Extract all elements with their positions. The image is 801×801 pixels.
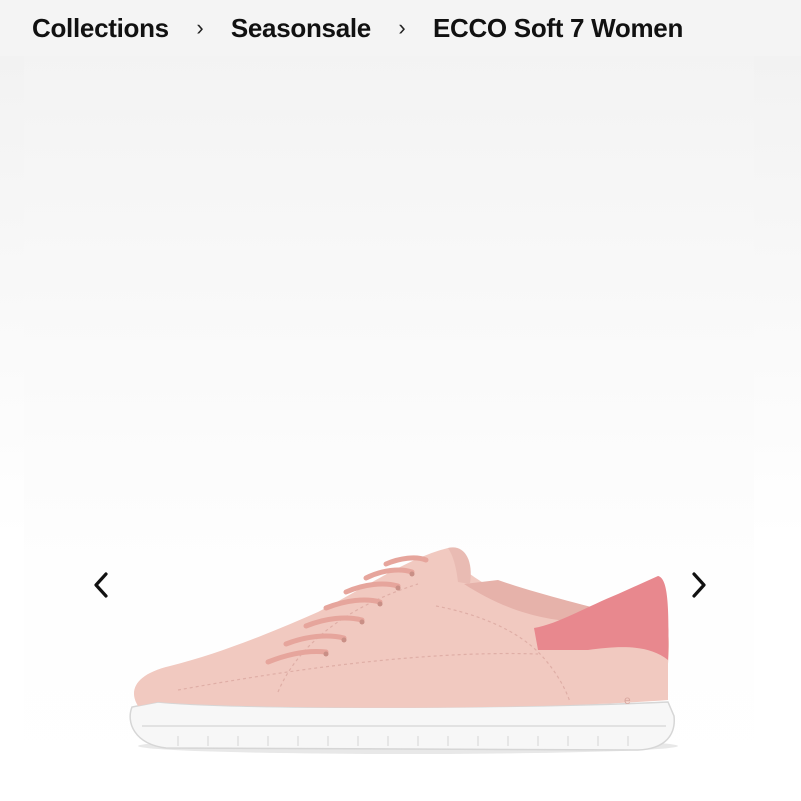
product-image-sneaker: e (129, 547, 678, 754)
previous-image-button[interactable] (86, 566, 116, 604)
svg-text:e: e (624, 693, 631, 707)
chevron-right-icon (692, 572, 706, 598)
breadcrumb-seasonsale[interactable]: Seasonsale (231, 13, 371, 44)
breadcrumb-collections[interactable]: Collections (32, 13, 169, 44)
breadcrumb-separator: › (398, 15, 406, 40)
next-image-button[interactable] (684, 566, 714, 604)
breadcrumb-separator: › (196, 15, 204, 40)
chevron-left-icon (94, 572, 108, 598)
breadcrumb: Collections › Seasonsale › ECCO Soft 7 W… (0, 0, 801, 56)
product-page: Collections › Seasonsale › ECCO Soft 7 W… (0, 0, 801, 801)
breadcrumb-current-product: ECCO Soft 7 Women (432, 12, 684, 43)
